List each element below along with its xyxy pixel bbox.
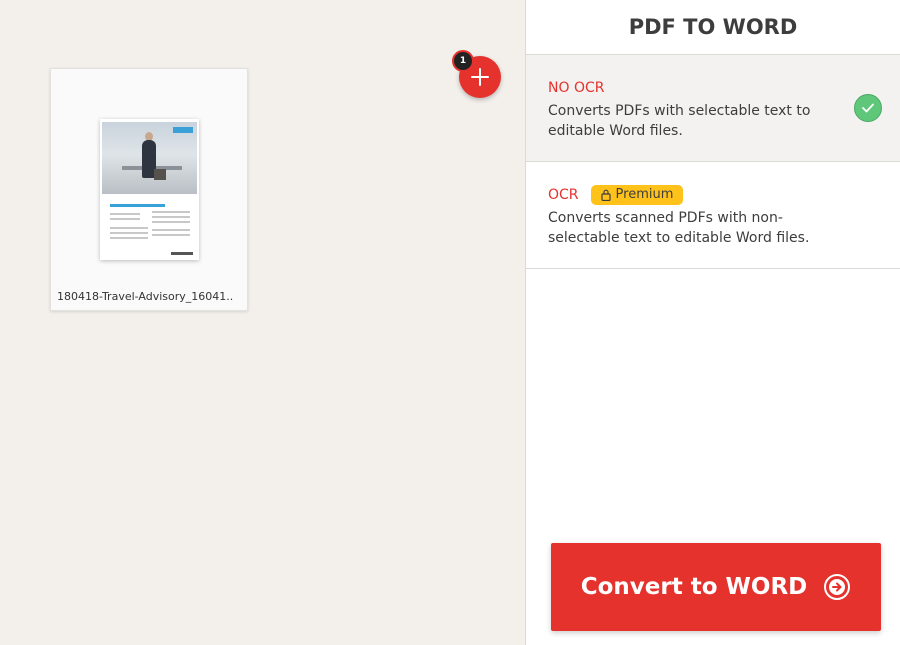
options-panel: PDF TO WORD NO OCR Converts PDFs with se… <box>525 0 900 645</box>
file-thumbnail <box>100 119 199 260</box>
option-title: OCR <box>548 187 579 203</box>
option-no-ocr[interactable]: NO OCR Converts PDFs with selectable tex… <box>526 55 900 162</box>
panel-title: PDF TO WORD <box>526 0 900 55</box>
file-count-badge: 1 <box>452 50 474 72</box>
thumbnail-photo <box>102 122 197 194</box>
option-ocr[interactable]: OCR Premium Converts scanned PDFs with n… <box>526 162 900 269</box>
file-name: 180418-Travel-Advisory_16041.. <box>57 290 234 303</box>
option-title: NO OCR <box>548 80 605 96</box>
convert-button[interactable]: Convert to WORD <box>551 543 881 631</box>
file-workspace: 180418-Travel-Advisory_16041.. 1 <box>0 0 525 645</box>
premium-label: Premium <box>615 187 674 202</box>
check-icon <box>854 94 882 122</box>
convert-button-label: Convert to WORD <box>580 574 808 600</box>
lock-icon <box>600 189 611 201</box>
premium-badge[interactable]: Premium <box>590 185 684 205</box>
file-card[interactable]: 180418-Travel-Advisory_16041.. <box>50 68 248 311</box>
plus-icon <box>471 68 489 86</box>
arrow-circle-right-icon <box>824 574 851 600</box>
option-description: Converts PDFs with selectable text to ed… <box>548 103 811 139</box>
option-description: Converts scanned PDFs with non-selectabl… <box>548 210 810 246</box>
